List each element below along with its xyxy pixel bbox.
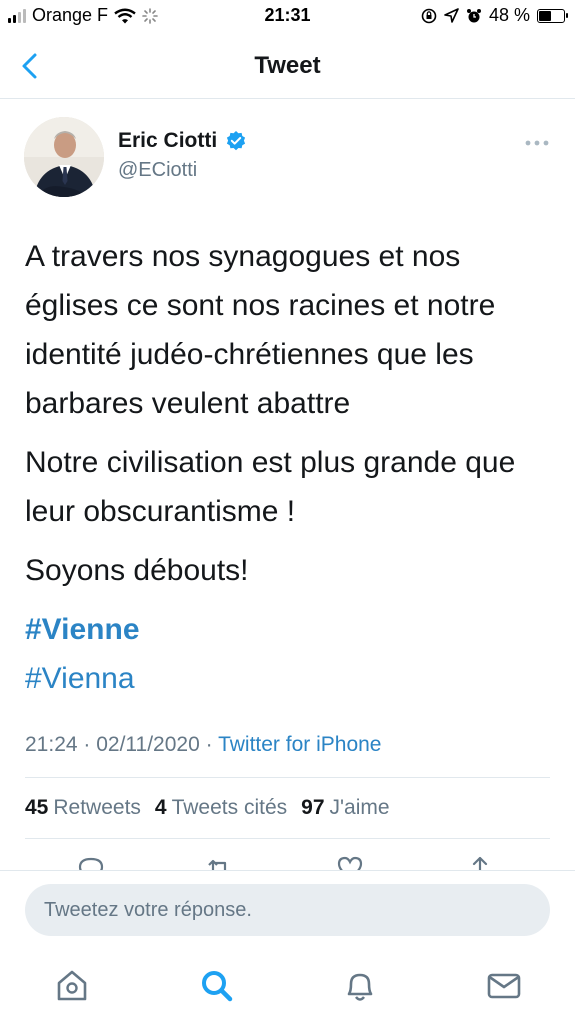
tweet-date: 02/11/2020 xyxy=(96,733,200,756)
tweet-stats: 45 Retweets 4 Tweets cités 97 J'aime xyxy=(25,796,390,820)
alarm-icon xyxy=(466,8,481,22)
tweet-source-link[interactable]: Twitter for iPhone xyxy=(218,733,381,756)
home-icon[interactable] xyxy=(52,966,92,1006)
tweet-paragraph: Notre civilisation est plus grande que l… xyxy=(25,446,516,528)
hashtag-link[interactable]: #Vienna xyxy=(25,654,560,703)
battery-percent: 48 % xyxy=(488,5,530,25)
status-bar: Orange F 21:31 48 % xyxy=(0,0,575,34)
orientation-lock-icon xyxy=(421,8,437,23)
author-handle: @ECiotti xyxy=(118,159,198,181)
notifications-icon[interactable] xyxy=(340,966,380,1006)
hashtag-link[interactable]: #Vienne xyxy=(25,605,560,654)
messages-icon[interactable] xyxy=(484,966,524,1006)
tab-bar xyxy=(0,950,575,1024)
verified-badge-icon xyxy=(227,131,246,151)
page-title: Tweet xyxy=(254,52,321,79)
location-icon xyxy=(444,8,459,23)
author-name-row: Eric Ciotti xyxy=(118,129,247,153)
quotes-stat[interactable]: 4 Tweets cités xyxy=(155,796,287,820)
tweet-paragraph: Soyons débouts! xyxy=(25,554,249,587)
quotes-label: Tweets cités xyxy=(171,796,288,819)
meta-separator: · xyxy=(205,733,219,756)
reply-area xyxy=(0,870,575,951)
retweets-count: 45 xyxy=(25,796,49,819)
retweets-label: Retweets xyxy=(53,796,141,819)
avatar-photo xyxy=(24,117,104,197)
tweet-body: A travers nos synagogues et nos églises … xyxy=(25,232,560,703)
divider xyxy=(25,777,550,778)
author-name[interactable]: Eric Ciotti xyxy=(118,129,217,153)
quotes-count: 4 xyxy=(154,796,167,819)
tweet-time: 21:24 xyxy=(25,733,78,756)
chevron-left-icon[interactable] xyxy=(16,51,44,81)
likes-label: J'aime xyxy=(329,796,390,819)
retweets-stat[interactable]: 45 Retweets xyxy=(25,796,141,820)
battery-icon xyxy=(537,8,568,23)
likes-count: 97 xyxy=(301,796,325,819)
likes-stat[interactable]: 97 J'aime xyxy=(301,796,389,820)
reply-input[interactable] xyxy=(25,884,550,936)
nav-bar: Tweet xyxy=(0,34,575,99)
divider xyxy=(25,838,550,839)
more-options-icon[interactable] xyxy=(524,139,550,147)
meta-separator: · xyxy=(83,733,97,756)
avatar[interactable] xyxy=(24,117,104,197)
tweet-meta: 21:24 · 02/11/2020 · Twitter for iPhone xyxy=(25,733,381,757)
search-icon[interactable] xyxy=(197,966,237,1006)
tweet-paragraph: A travers nos synagogues et nos églises … xyxy=(25,240,496,420)
status-right: 48 % xyxy=(421,5,568,26)
